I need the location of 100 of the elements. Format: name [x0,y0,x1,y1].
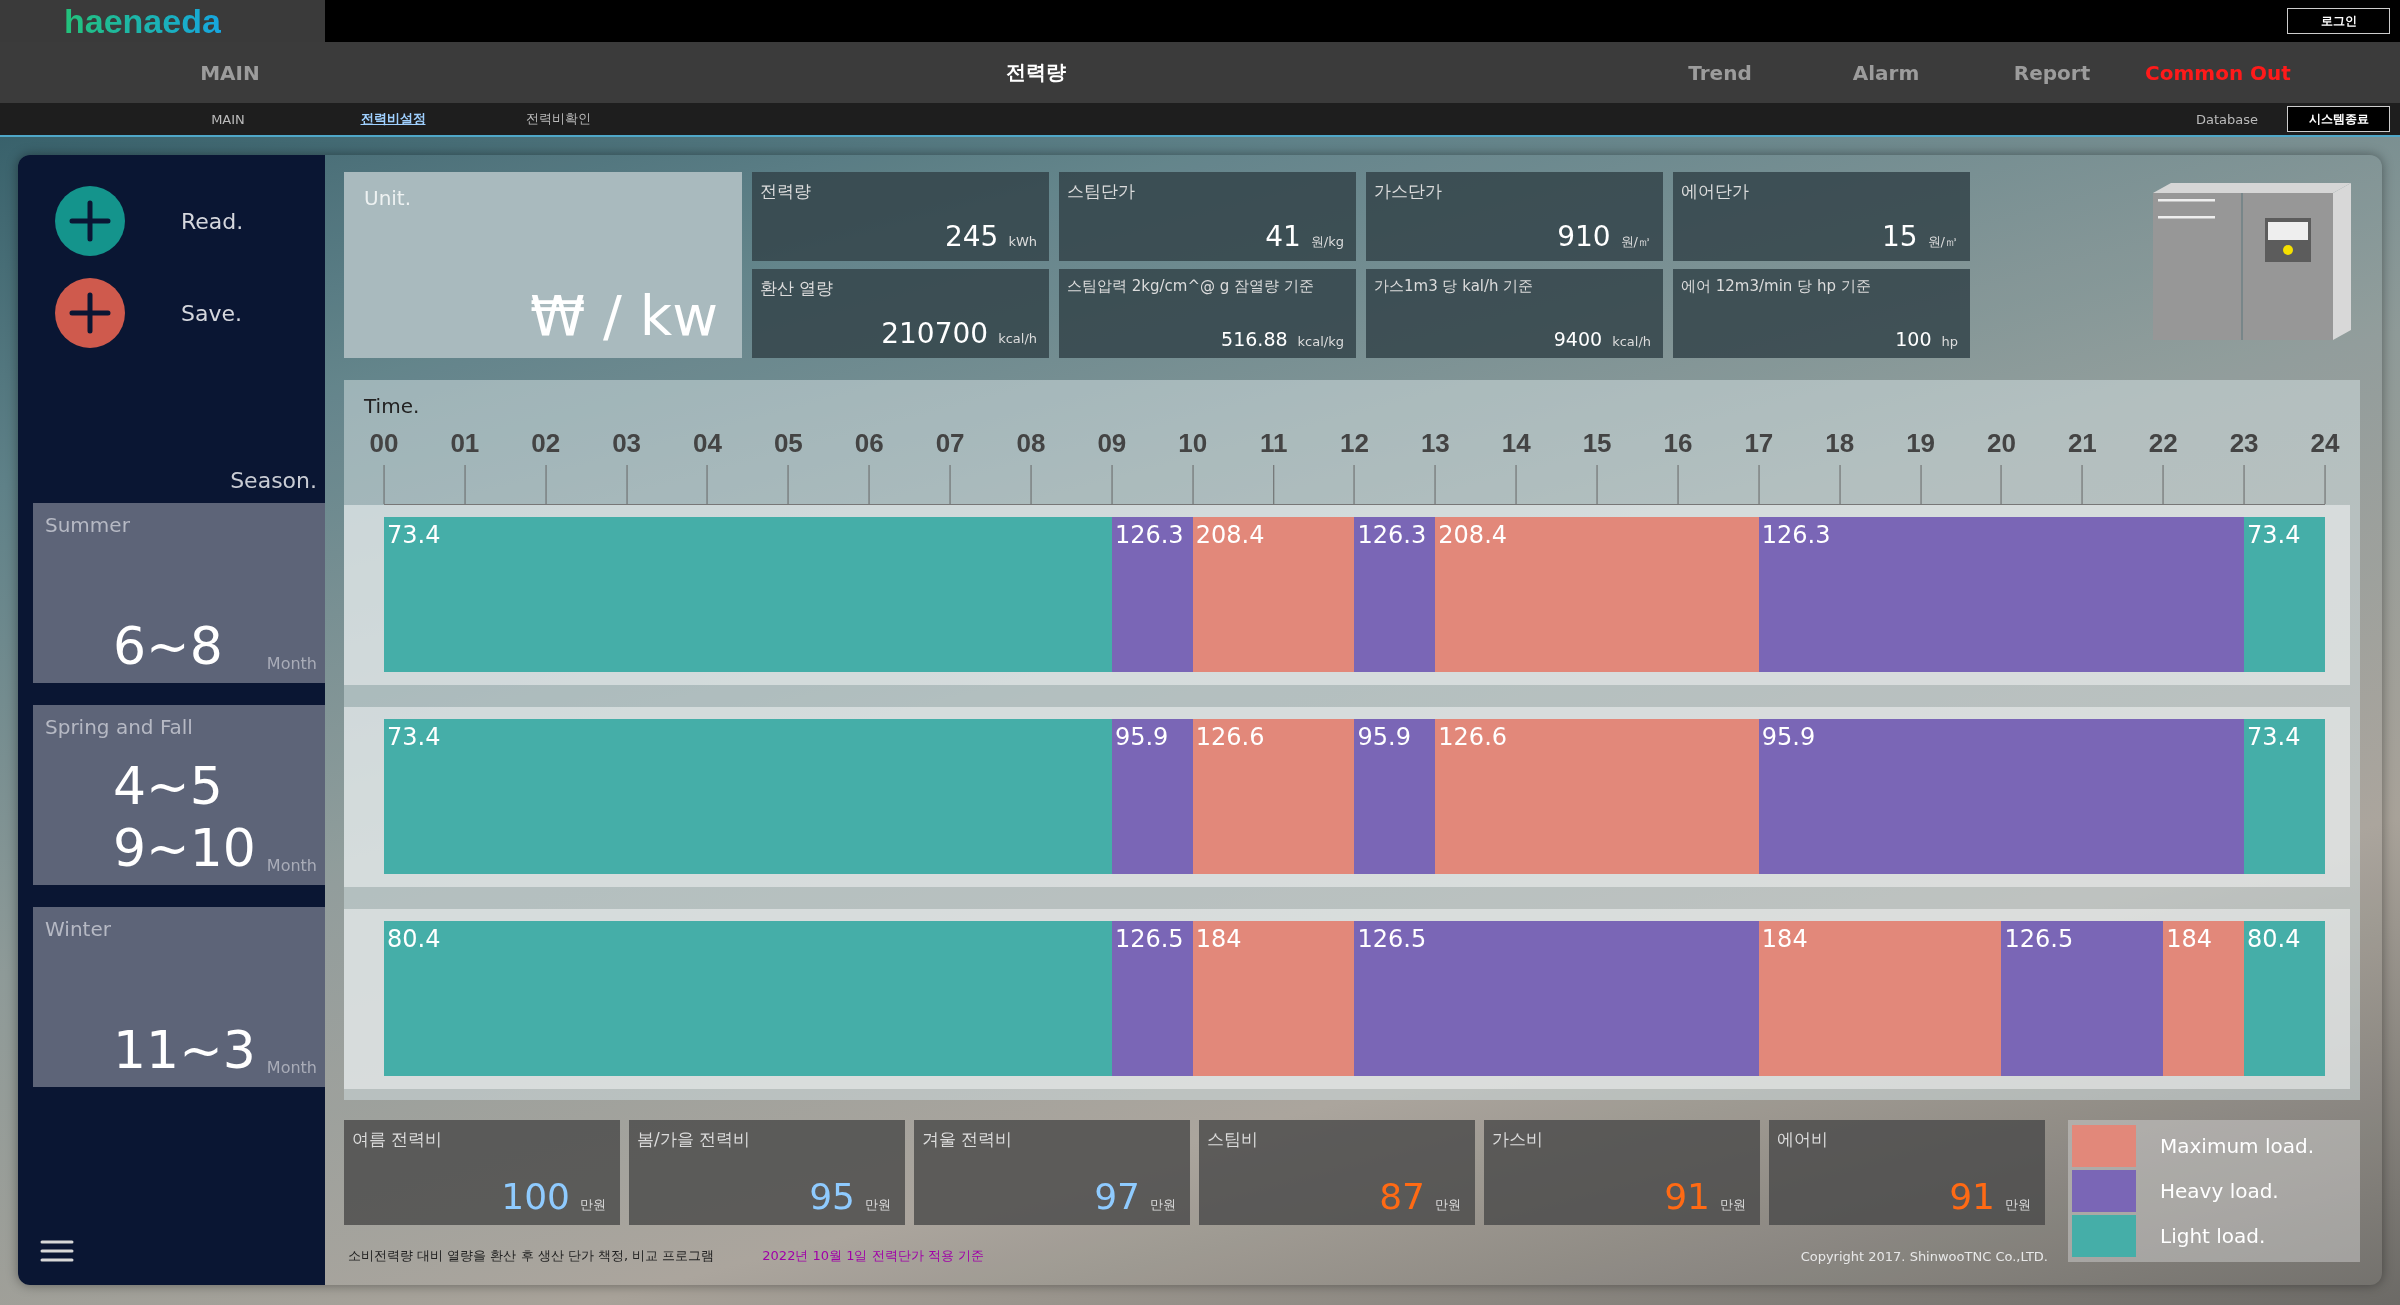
load-value: 73.4 [2247,723,2301,751]
load-value: 184 [1195,925,1242,953]
load-value: 95.9 [1114,723,1169,751]
hour-label: 06 [854,428,884,459]
cost-title: 봄/가을 전력비 [637,1128,752,1151]
cost-unit: 만원 [580,1197,606,1212]
load-value: 126.6 [1438,723,1508,751]
month-range: 11~3 [113,1019,257,1081]
cost-unit: 만원 [1435,1197,1461,1212]
rate-unit: 원/㎥ [1927,234,1958,249]
rate-title: 가스1m3 당 kal/h 기준 [1374,277,1535,296]
hour-label: 17 [1744,428,1774,459]
hour-label: 20 [1987,428,2016,459]
rate-unit: hp [1941,334,1958,349]
load-segment[interactable]: 184 [1192,921,1355,1076]
load-value: 126.5 [1114,925,1184,953]
cost-unit: 만원 [1150,1197,1176,1212]
menu-icon[interactable] [40,1239,74,1263]
load-segment[interactable]: 80.4 [2244,921,2325,1076]
load-segment[interactable]: 126.5 [2001,921,2164,1076]
hour-label: 22 [2148,428,2178,459]
hour-label: 23 [2229,428,2259,459]
month-unit: Month [266,856,318,877]
cost-value: 87 [1379,1176,1425,1217]
load-segment[interactable]: 73.4 [384,719,1112,874]
cost-title: 스팀비 [1207,1128,1259,1151]
cost-title: 여름 전력비 [352,1128,444,1151]
sub-nav-link[interactable]: 전력비설정 [310,110,476,128]
load-segment[interactable]: 73.4 [384,517,1112,672]
load-segment[interactable]: 73.4 [2244,719,2325,874]
rate-title: 에어 12m3/min 당 hp 기준 [1681,277,1872,296]
unit-label: Unit. [364,186,413,210]
description-text: 소비전력량 대비 열량을 환산 후 생산 단가 책정, 비교 프로그램 [348,1247,715,1265]
load-segment[interactable]: 126.6 [1192,719,1355,874]
load-segment[interactable]: 126.6 [1435,719,1759,874]
load-segment[interactable]: 95.9 [1111,719,1193,874]
rate-title: 전력량 [760,180,812,203]
cost-unit: 만원 [865,1197,891,1212]
season-name: Spring and Fall [45,715,194,739]
load-value: 95.9 [1357,723,1411,751]
load-value: 80.4 [2247,925,2301,953]
load-segment[interactable]: 208.4 [1192,517,1355,672]
hour-label: 08 [1016,428,1046,459]
database-link[interactable]: Database [2167,111,2287,127]
hour-label: 13 [1420,428,1450,459]
nav-link[interactable]: 전력량 [300,59,1637,86]
load-segment[interactable]: 95.9 [1354,719,1436,874]
load-segment[interactable]: 126.3 [1758,517,2245,672]
hour-label: 03 [612,428,642,459]
season-name: Summer [45,513,131,537]
sub-nav-link[interactable]: MAIN [163,111,293,127]
load-segment[interactable]: 80.4 [384,921,1112,1076]
rate-title: 스팀단가 [1067,180,1136,203]
hour-label: 00 [369,428,399,459]
load-value: 80.4 [387,925,441,953]
cost-unit: 만원 [2005,1197,2031,1212]
nav-link[interactable]: Report [1969,60,2135,85]
load-segment[interactable]: 126.3 [1354,517,1436,672]
hour-label: 15 [1582,428,1612,459]
exit-button[interactable]: 시스템종료 [2287,106,2390,132]
load-value: 126.3 [1761,521,1831,549]
load-segment[interactable]: 126.5 [1111,921,1193,1076]
legend-label: Maximum load. [2160,1133,2314,1158]
load-segment[interactable]: 73.4 [2244,517,2325,672]
cost-unit: 만원 [1720,1197,1746,1212]
rate-unit: 원/㎥ [1620,234,1651,249]
load-segment[interactable]: 184 [1758,921,2002,1076]
load-segment[interactable]: 126.5 [1354,921,1759,1076]
save-button[interactable]: Save. [33,278,325,348]
nav-link[interactable]: Common Out [2135,60,2301,85]
login-button[interactable]: 로그인 [2287,8,2390,34]
rate-value: 41 [1265,220,1301,253]
load-value: 126.3 [1114,521,1184,549]
rate-value: 516.88 [1221,328,1288,350]
rate-value: 100 [1895,328,1932,350]
rate-unit: kcal/h [998,331,1037,346]
load-segment[interactable]: 95.9 [1758,719,2245,874]
hour-label: 11 [1259,428,1288,459]
rate-title: 스팀압력 2kg/cm^@ g 잠열량 기준 [1067,277,1315,296]
time-label: Time. [364,394,421,418]
hour-label: 24 [2310,428,2340,459]
load-value: 126.3 [1357,521,1427,549]
hour-label: 09 [1097,428,1127,459]
nav-link[interactable]: MAIN [160,60,300,85]
nav-link[interactable]: Alarm [1803,60,1969,85]
sub-nav-link[interactable]: 전력비확인 [476,110,640,128]
hour-label: 21 [2067,428,2097,459]
load-segment[interactable]: 208.4 [1435,517,1759,672]
rate-unit: kcal/h [1612,334,1651,349]
hour-label: 19 [1906,428,1936,459]
load-segment[interactable]: 126.3 [1111,517,1193,672]
read-button[interactable]: Read. [33,186,325,256]
hour-label: 14 [1501,428,1531,459]
cost-value: 97 [1094,1176,1140,1217]
rate-value: 210700 [881,317,989,350]
hour-label: 04 [693,428,722,459]
load-segment[interactable]: 184 [2163,921,2245,1076]
month-range: 4~5 [113,755,224,817]
nav-link[interactable]: Trend [1637,60,1803,85]
notice-text: 2022년 10월 1일 전력단가 적용 기준 [762,1247,984,1265]
